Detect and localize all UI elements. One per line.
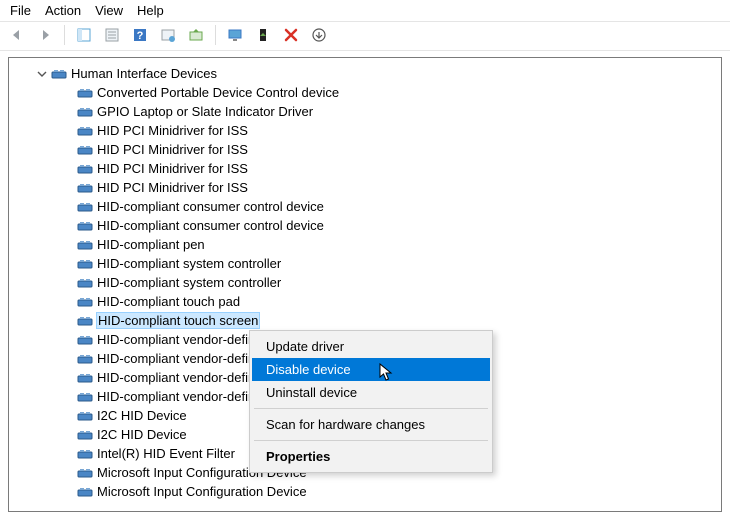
tree-device-item[interactable]: HID PCI Minidriver for ISS xyxy=(11,121,719,140)
hid-device-icon xyxy=(77,180,93,196)
cm-separator xyxy=(254,440,488,441)
tree-device-label: HID-compliant touch screen xyxy=(97,313,259,328)
menu-help[interactable]: Help xyxy=(137,3,164,18)
hid-category-icon xyxy=(51,66,67,82)
hid-device-icon xyxy=(77,256,93,272)
hid-device-icon xyxy=(77,313,93,329)
hid-device-icon xyxy=(77,446,93,462)
hid-device-icon xyxy=(77,332,93,348)
expand-collapse-icon[interactable] xyxy=(37,69,49,79)
eject-button[interactable] xyxy=(308,24,330,46)
hid-device-icon xyxy=(77,199,93,215)
hid-device-icon xyxy=(77,370,93,386)
menu-file[interactable]: File xyxy=(10,3,31,18)
tree-device-label: HID-compliant pen xyxy=(97,237,205,252)
toolbar: ? xyxy=(0,22,730,51)
hid-device-icon xyxy=(77,465,93,481)
tree-device-item[interactable]: HID-compliant system controller xyxy=(11,254,719,273)
context-menu: Update driver Disable device Uninstall d… xyxy=(249,330,493,473)
monitor-button[interactable] xyxy=(224,24,246,46)
uninstall-device-button[interactable] xyxy=(280,24,302,46)
tree-device-label: HID-compliant consumer control device xyxy=(97,199,324,214)
cm-update-driver[interactable]: Update driver xyxy=(252,335,490,358)
cm-scan-hardware[interactable]: Scan for hardware changes xyxy=(252,413,490,436)
tree-device-label: I2C HID Device xyxy=(97,427,187,442)
tree-device-label: Microsoft Input Configuration Device xyxy=(97,484,307,499)
disable-device-button[interactable] xyxy=(252,24,274,46)
hid-device-icon xyxy=(77,85,93,101)
help-button[interactable]: ? xyxy=(129,24,151,46)
svg-text:?: ? xyxy=(137,30,144,42)
device-tree-panel: Human Interface Devices Converted Portab… xyxy=(8,57,722,512)
tree-device-label: HID-compliant system controller xyxy=(97,275,281,290)
menubar: File Action View Help xyxy=(0,0,730,22)
cm-disable-device[interactable]: Disable device xyxy=(252,358,490,381)
cm-properties[interactable]: Properties xyxy=(252,445,490,468)
tree-category-label: Human Interface Devices xyxy=(71,66,217,81)
tree-device-label: HID PCI Minidriver for ISS xyxy=(97,161,248,176)
tree-device-item[interactable]: HID-compliant consumer control device xyxy=(11,197,719,216)
hid-device-icon xyxy=(77,104,93,120)
hid-device-icon xyxy=(77,123,93,139)
hid-device-icon xyxy=(77,218,93,234)
toolbar-separator xyxy=(64,25,65,45)
tree-device-item[interactable]: HID PCI Minidriver for ISS xyxy=(11,178,719,197)
back-button[interactable] xyxy=(6,24,28,46)
hid-device-icon xyxy=(77,161,93,177)
tree-device-item[interactable]: HID-compliant touch screen xyxy=(11,311,719,330)
menu-action[interactable]: Action xyxy=(45,3,81,18)
toolbar-separator xyxy=(215,25,216,45)
forward-button[interactable] xyxy=(34,24,56,46)
tree-category[interactable]: Human Interface Devices xyxy=(11,64,719,83)
hid-device-icon xyxy=(77,408,93,424)
hid-device-icon xyxy=(77,142,93,158)
tree-device-label: I2C HID Device xyxy=(97,408,187,423)
tree-device-label: GPIO Laptop or Slate Indicator Driver xyxy=(97,104,313,119)
tree-device-item[interactable]: HID-compliant touch pad xyxy=(11,292,719,311)
hid-device-icon xyxy=(77,237,93,253)
tree-device-item[interactable]: HID PCI Minidriver for ISS xyxy=(11,140,719,159)
tree-device-label: HID-compliant touch pad xyxy=(97,294,240,309)
tree-device-item[interactable]: HID-compliant pen xyxy=(11,235,719,254)
tree-device-item[interactable]: Converted Portable Device Control device xyxy=(11,83,719,102)
hid-device-icon xyxy=(77,389,93,405)
tree-device-item[interactable]: GPIO Laptop or Slate Indicator Driver xyxy=(11,102,719,121)
tree-device-label: HID PCI Minidriver for ISS xyxy=(97,142,248,157)
cm-uninstall-device[interactable]: Uninstall device xyxy=(252,381,490,404)
tree-device-label: Intel(R) HID Event Filter xyxy=(97,446,235,461)
update-driver-button[interactable] xyxy=(185,24,207,46)
menu-view[interactable]: View xyxy=(95,3,123,18)
scan-hardware-button[interactable] xyxy=(157,24,179,46)
tree-device-label: Converted Portable Device Control device xyxy=(97,85,339,100)
tree-device-label: HID-compliant system controller xyxy=(97,256,281,271)
tree-device-item[interactable]: HID-compliant system controller xyxy=(11,273,719,292)
tree-device-item[interactable]: HID-compliant consumer control device xyxy=(11,216,719,235)
tree-device-item[interactable]: Microsoft Input Configuration Device xyxy=(11,482,719,501)
tree-device-label: HID-compliant consumer control device xyxy=(97,218,324,233)
tree-device-label: HID PCI Minidriver for ISS xyxy=(97,180,248,195)
tree-device-item[interactable]: HID PCI Minidriver for ISS xyxy=(11,159,719,178)
show-hide-tree-button[interactable] xyxy=(73,24,95,46)
hid-device-icon xyxy=(77,294,93,310)
cm-separator xyxy=(254,408,488,409)
tree-device-label: HID PCI Minidriver for ISS xyxy=(97,123,248,138)
properties-button[interactable] xyxy=(101,24,123,46)
hid-device-icon xyxy=(77,427,93,443)
hid-device-icon xyxy=(77,275,93,291)
hid-device-icon xyxy=(77,484,93,500)
hid-device-icon xyxy=(77,351,93,367)
